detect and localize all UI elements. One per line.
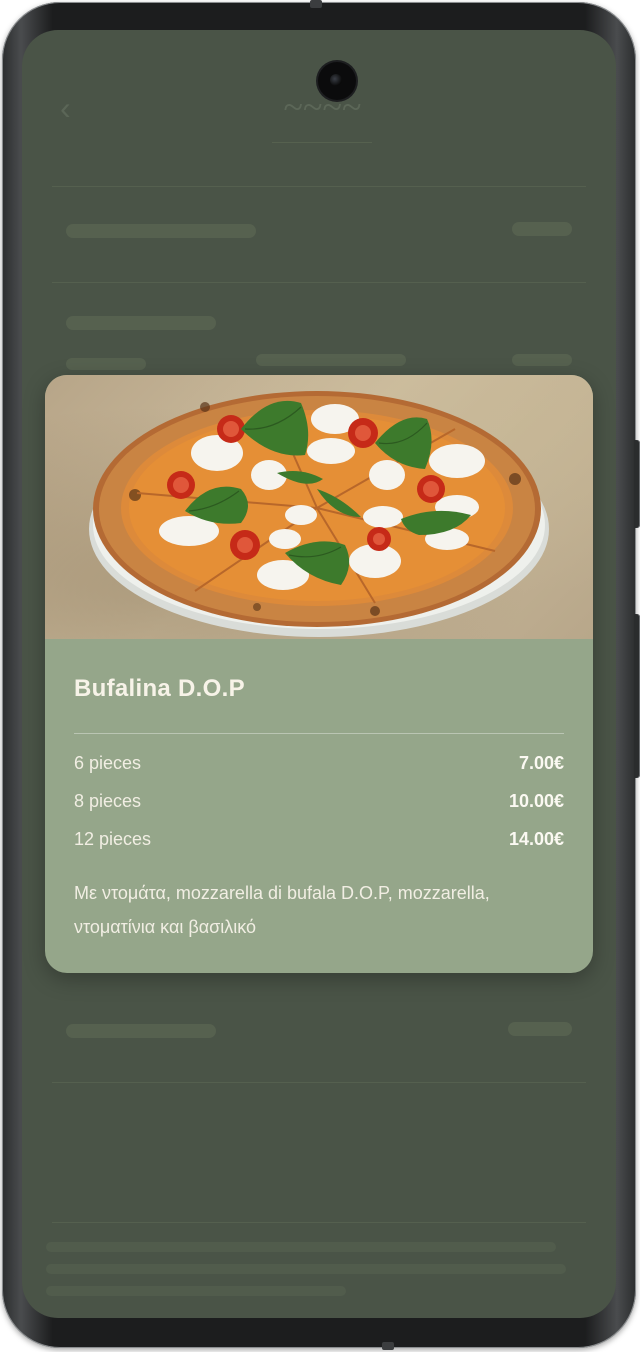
top-antenna-line [310, 0, 322, 8]
price-value: 14.00€ [508, 829, 564, 849]
blurred-footer [46, 1236, 592, 1296]
menu-item-description: Με ντομάτα, mozzarella di bufala D.O.P, … [74, 883, 490, 937]
bottom-antenna-line [382, 1342, 394, 1350]
blurred-row [66, 222, 572, 243]
front-camera-icon [318, 62, 356, 100]
power-button [634, 614, 640, 778]
divider [52, 186, 586, 187]
price-quantity: 6 pieces [74, 753, 142, 773]
divider [52, 1082, 586, 1083]
chevron-left-icon: ‹ [60, 90, 71, 126]
blurred-row [66, 1022, 572, 1043]
price-value: 10.00€ [508, 791, 564, 811]
blurred-row [66, 314, 572, 335]
pizza-image [45, 375, 593, 639]
menu-item-title: Bufalina D.O.P [74, 675, 245, 702]
menu-item-details: Bufalina D.O.P 6 pieces 7.00€ 8 pieces 1… [45, 639, 593, 944]
menu-item-card[interactable]: Bufalina D.O.P 6 pieces 7.00€ 8 pieces 1… [45, 375, 593, 973]
price-row: 6 pieces 7.00€ [74, 744, 564, 782]
price-row: 8 pieces 10.00€ [74, 782, 564, 820]
phone-frame: ‹ ~~~~ Bufalina D.O.P 6 pieces 7.00€ 8 p… [2, 0, 640, 1350]
price-list: 6 pieces 7.00€ 8 pieces 10.00€ 12 pieces… [74, 744, 564, 858]
price-row: 12 pieces 14.00€ [74, 820, 564, 858]
pizza-illustration [89, 391, 549, 637]
blurred-row [66, 354, 572, 375]
volume-button [634, 440, 640, 528]
title-divider [74, 733, 564, 734]
price-quantity: 8 pieces [74, 791, 142, 811]
divider [52, 282, 586, 283]
price-quantity: 12 pieces [74, 829, 152, 849]
logo-underline [272, 142, 372, 147]
screen: ‹ ~~~~ Bufalina D.O.P 6 pieces 7.00€ 8 p… [22, 30, 616, 1318]
price-value: 7.00€ [518, 753, 564, 773]
divider [52, 1222, 586, 1223]
